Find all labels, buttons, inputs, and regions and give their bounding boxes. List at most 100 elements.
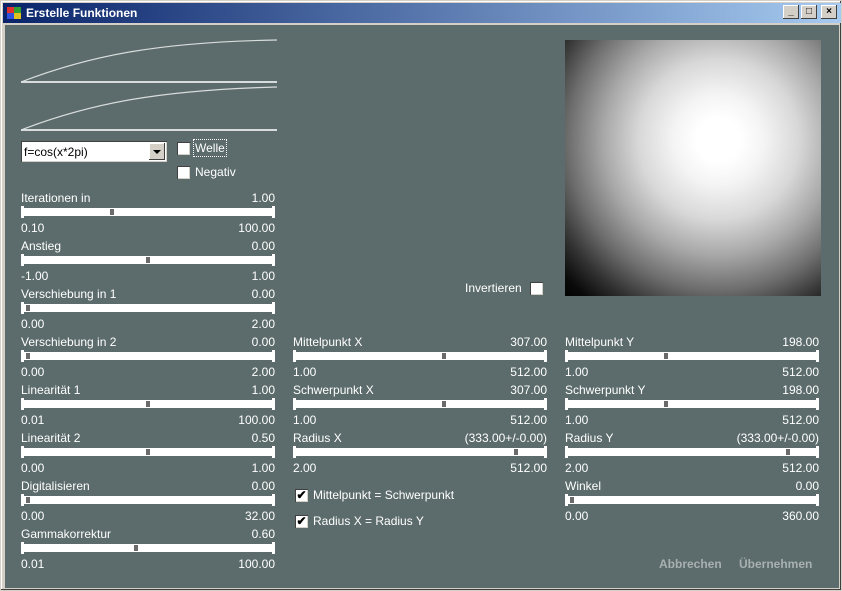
slider-label: Radius Y: [565, 431, 614, 445]
chevron-down-icon[interactable]: [149, 143, 165, 160]
slider-label: Linearität 2: [21, 431, 81, 445]
slider-thumb[interactable]: [442, 401, 446, 407]
invertieren-checkbox[interactable]: [529, 281, 543, 295]
slider-max: 100.00: [238, 413, 275, 427]
slider-track[interactable]: [21, 542, 275, 554]
cancel-button[interactable]: Abbrechen: [659, 557, 722, 571]
slider-radius-x: Radius X (333.00+/-0.00) 2.00 512.00: [293, 431, 547, 477]
slider-value: (333.00+/-0.00): [464, 431, 547, 445]
slider-track[interactable]: [21, 206, 275, 218]
invertieren-label: Invertieren: [465, 281, 522, 295]
slider-thumb[interactable]: [146, 401, 150, 407]
negativ-checkbox[interactable]: [177, 165, 190, 179]
dialog-window: Erstelle Funktionen _ □ × f=cos(x*2pi) W…: [0, 0, 842, 591]
slider-track[interactable]: [21, 446, 275, 458]
slider-label: Schwerpunkt X: [293, 383, 374, 397]
slider-value: (333.00+/-0.00): [736, 431, 819, 445]
slider-thumb[interactable]: [570, 497, 574, 503]
slider-label: Winkel: [565, 479, 602, 493]
close-button[interactable]: ×: [821, 5, 837, 19]
slider-min: 1.00: [293, 413, 317, 427]
app-icon: [6, 5, 22, 21]
slider-track[interactable]: [21, 302, 275, 314]
gradient-preview-image: [565, 40, 821, 296]
slider-value: 1.00: [251, 191, 275, 205]
slider-track[interactable]: [21, 398, 275, 410]
slider-thumb[interactable]: [109, 209, 114, 215]
slider-track[interactable]: [21, 254, 275, 266]
slider-min: 0.00: [21, 317, 45, 331]
curve-bottom: [21, 86, 277, 131]
slider-max: 512.00: [510, 365, 547, 379]
slider-thumb[interactable]: [26, 353, 30, 359]
slider-max: 1.00: [251, 461, 275, 475]
slider-thumb[interactable]: [514, 449, 518, 455]
negativ-label: Negativ: [195, 165, 236, 179]
slider-track[interactable]: [565, 446, 819, 458]
slider-track[interactable]: [293, 446, 547, 458]
slider-thumb[interactable]: [663, 353, 668, 359]
negativ-checkbox-row[interactable]: Negativ: [177, 165, 236, 179]
welle-checkbox[interactable]: [177, 141, 190, 155]
slider-max: 2.00: [251, 317, 275, 331]
maximize-button[interactable]: □: [801, 5, 817, 19]
slider-label: Digitalisieren: [21, 479, 90, 493]
window-controls: _ □ ×: [783, 5, 837, 19]
slider-max: 360.00: [782, 509, 819, 523]
slider-thumb[interactable]: [663, 401, 668, 407]
slider-min: 1.00: [565, 365, 589, 379]
slider-track[interactable]: [293, 350, 547, 362]
slider-thumb[interactable]: [442, 353, 446, 359]
slider-thumb[interactable]: [26, 305, 30, 311]
slider-label: Verschiebung in 1: [21, 287, 117, 301]
welle-checkbox-row[interactable]: Welle: [177, 139, 227, 157]
slider-min: 2.00: [293, 461, 317, 475]
slider-track[interactable]: [565, 494, 819, 506]
slider-value: 307.00: [510, 383, 547, 397]
slider-label: Mittelpunkt Y: [565, 335, 635, 349]
invertieren-checkbox-row[interactable]: Invertieren: [465, 281, 543, 295]
slider-label: Gammakorrektur: [21, 527, 112, 541]
slider-thumb[interactable]: [134, 545, 138, 551]
slider-max: 2.00: [251, 365, 275, 379]
slider-label: Radius X: [293, 431, 342, 445]
slider-label: Anstieg: [21, 239, 62, 253]
slider-digitalisieren: Digitalisieren 0.00 0.00 32.00: [21, 479, 275, 525]
slider-track[interactable]: [21, 350, 275, 362]
slider-value: 0.00: [795, 479, 819, 493]
apply-button[interactable]: Übernehmen: [739, 557, 812, 571]
slider-track[interactable]: [21, 494, 275, 506]
slider-track[interactable]: [565, 398, 819, 410]
slider-schwerpunkt-x: Schwerpunkt X 307.00 1.00 512.00: [293, 383, 547, 429]
slider-max: 512.00: [510, 413, 547, 427]
function-select-value: f=cos(x*2pi): [24, 144, 88, 159]
slider-min: 0.01: [21, 413, 45, 427]
slider-value: 0.00: [251, 287, 275, 301]
slider-max: 512.00: [510, 461, 547, 475]
slider-min: -1.00: [21, 269, 49, 283]
radius-xy-checkbox-row[interactable]: ✔ Radius X = Radius Y: [295, 514, 424, 528]
title-bar[interactable]: Erstelle Funktionen _ □ ×: [3, 3, 841, 23]
slider-value: 0.00: [251, 335, 275, 349]
slider-thumb[interactable]: [146, 449, 150, 455]
slider-track[interactable]: [293, 398, 547, 410]
minimize-button[interactable]: _: [783, 5, 799, 19]
slider-label: Mittelpunkt X: [293, 335, 363, 349]
function-select[interactable]: f=cos(x*2pi): [21, 141, 167, 162]
slider-thumb[interactable]: [146, 257, 150, 263]
slider-min: 1.00: [293, 365, 317, 379]
slider-thumb[interactable]: [786, 449, 790, 455]
slider-track[interactable]: [565, 350, 819, 362]
slider-value: 0.00: [251, 239, 275, 253]
slider-value: 0.00: [251, 479, 275, 493]
radius-xy-checkbox[interactable]: ✔: [295, 514, 308, 528]
mittelpunkt-schwerpunkt-checkbox[interactable]: ✔: [295, 488, 308, 502]
slider-value: 0.60: [251, 527, 275, 541]
slider-thumb[interactable]: [26, 497, 30, 503]
dialog-client-area: f=cos(x*2pi) Welle Negativ Iterationen i…: [5, 25, 839, 588]
slider-max: 100.00: [238, 557, 275, 571]
radius-xy-label: Radius X = Radius Y: [313, 514, 424, 528]
slider-value: 198.00: [782, 383, 819, 397]
slider-linearitaet-1: Linearität 1 1.00 0.01 100.00: [21, 383, 275, 429]
mittelpunkt-schwerpunkt-checkbox-row[interactable]: ✔ Mittelpunkt = Schwerpunkt: [295, 488, 454, 502]
